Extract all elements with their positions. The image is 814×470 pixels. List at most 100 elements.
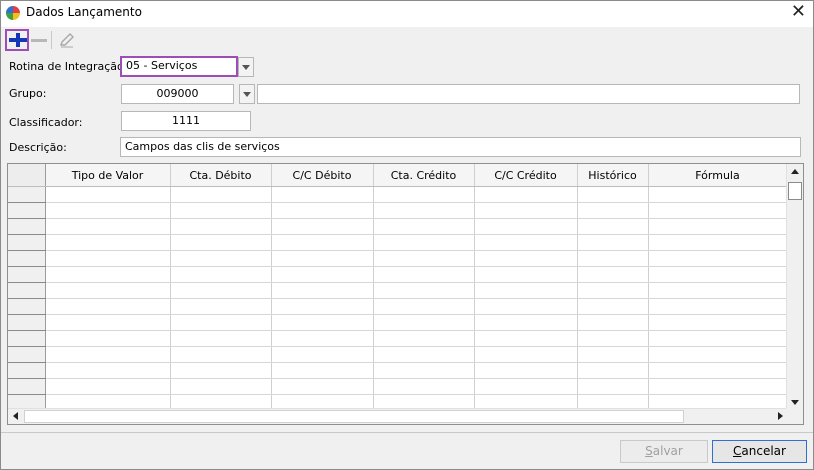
scroll-down-icon[interactable]	[791, 400, 799, 405]
grid-cell[interactable]	[474, 330, 578, 347]
grid-cell[interactable]	[373, 314, 475, 331]
grid-cell[interactable]	[373, 250, 475, 267]
grid-cell[interactable]	[648, 330, 788, 347]
grid-cell[interactable]	[373, 362, 475, 379]
grid-cell[interactable]	[577, 202, 649, 219]
grid-cell[interactable]	[373, 346, 475, 363]
grid-cell[interactable]	[271, 266, 374, 283]
grid-cell[interactable]	[170, 330, 272, 347]
grid-cell[interactable]	[45, 330, 171, 347]
row-indicator[interactable]	[8, 362, 46, 379]
grid-cell[interactable]	[648, 266, 788, 283]
row-indicator[interactable]	[8, 234, 46, 251]
classificador-field[interactable]: 1111	[121, 111, 251, 131]
table-row[interactable]	[8, 346, 788, 363]
column-header[interactable]: Histórico	[577, 164, 649, 187]
table-row[interactable]	[8, 202, 788, 219]
grid-cell[interactable]	[373, 266, 475, 283]
row-indicator[interactable]	[8, 330, 46, 347]
row-indicator[interactable]	[8, 282, 46, 299]
grid-cell[interactable]	[577, 186, 649, 203]
horizontal-scroll-thumb[interactable]	[24, 410, 684, 423]
table-row[interactable]	[8, 234, 788, 251]
grid-cell[interactable]	[271, 250, 374, 267]
grid-cell[interactable]	[45, 378, 171, 395]
salvar-button[interactable]: Salvar	[620, 440, 708, 463]
grid-cell[interactable]	[45, 250, 171, 267]
grid-cell[interactable]	[577, 266, 649, 283]
grid-cell[interactable]	[271, 234, 374, 251]
grid-cell[interactable]	[170, 282, 272, 299]
edit-icon[interactable]	[58, 31, 76, 49]
rotina-dropdown-button[interactable]	[238, 57, 254, 77]
column-header[interactable]: Cta. Débito	[170, 164, 272, 187]
grid-cell[interactable]	[577, 218, 649, 235]
grid-cell[interactable]	[474, 282, 578, 299]
table-row[interactable]	[8, 298, 788, 315]
grid-cell[interactable]	[474, 314, 578, 331]
grid-cell[interactable]	[648, 218, 788, 235]
table-row[interactable]	[8, 362, 788, 379]
grid-cell[interactable]	[648, 250, 788, 267]
grid-cell[interactable]	[577, 314, 649, 331]
grid-cell[interactable]	[170, 218, 272, 235]
lancamentos-grid[interactable]: Tipo de Valor Cta. Débito C/C Débito Cta…	[7, 163, 804, 425]
grid-cell[interactable]	[474, 298, 578, 315]
grid-cell[interactable]	[577, 282, 649, 299]
grid-cell[interactable]	[648, 186, 788, 203]
grid-cell[interactable]	[373, 218, 475, 235]
descricao-field[interactable]: Campos das clis de serviços	[120, 137, 801, 157]
grid-cell[interactable]	[577, 378, 649, 395]
cancelar-button[interactable]: Cancelar	[712, 440, 807, 463]
column-header[interactable]: Tipo de Valor	[45, 164, 171, 187]
grid-cell[interactable]	[271, 218, 374, 235]
grid-cell[interactable]	[45, 266, 171, 283]
column-header[interactable]: C/C Crédito	[474, 164, 578, 187]
grid-cell[interactable]	[45, 346, 171, 363]
grid-cell[interactable]	[474, 186, 578, 203]
row-indicator[interactable]	[8, 298, 46, 315]
grid-cell[interactable]	[45, 298, 171, 315]
grid-cell[interactable]	[474, 202, 578, 219]
grid-cell[interactable]	[648, 298, 788, 315]
grid-cell[interactable]	[271, 314, 374, 331]
grid-cell[interactable]	[474, 362, 578, 379]
grid-cell[interactable]	[45, 218, 171, 235]
scroll-up-icon[interactable]	[791, 169, 799, 174]
grid-cell[interactable]	[271, 202, 374, 219]
grid-cell[interactable]	[45, 234, 171, 251]
rotina-select[interactable]: 05 - Serviços	[120, 56, 238, 77]
grid-cell[interactable]	[474, 378, 578, 395]
grid-cell[interactable]	[577, 346, 649, 363]
grid-cell[interactable]	[373, 186, 475, 203]
grid-cell[interactable]	[474, 218, 578, 235]
grid-cell[interactable]	[271, 186, 374, 203]
horizontal-scrollbar[interactable]	[8, 408, 787, 424]
grid-cell[interactable]	[271, 362, 374, 379]
grid-cell[interactable]	[474, 346, 578, 363]
row-indicator[interactable]	[8, 266, 46, 283]
row-indicator[interactable]	[8, 378, 46, 395]
remove-icon[interactable]	[31, 39, 47, 42]
grid-cell[interactable]	[474, 234, 578, 251]
row-indicator[interactable]	[8, 186, 46, 203]
grid-cell[interactable]	[271, 378, 374, 395]
table-row[interactable]	[8, 250, 788, 267]
grid-cell[interactable]	[45, 202, 171, 219]
scroll-left-icon[interactable]	[13, 412, 18, 420]
grupo-field[interactable]: 009000	[121, 84, 234, 104]
grid-cell[interactable]	[373, 202, 475, 219]
grid-cell[interactable]	[170, 346, 272, 363]
grid-cell[interactable]	[648, 346, 788, 363]
grid-cell[interactable]	[648, 362, 788, 379]
table-row[interactable]	[8, 266, 788, 283]
grid-cell[interactable]	[577, 250, 649, 267]
grid-cell[interactable]	[170, 202, 272, 219]
grid-cell[interactable]	[474, 250, 578, 267]
table-row[interactable]	[8, 314, 788, 331]
grid-cell[interactable]	[271, 330, 374, 347]
column-header[interactable]: Cta. Crédito	[373, 164, 475, 187]
grid-cell[interactable]	[170, 298, 272, 315]
grid-cell[interactable]	[577, 362, 649, 379]
grid-cell[interactable]	[45, 186, 171, 203]
